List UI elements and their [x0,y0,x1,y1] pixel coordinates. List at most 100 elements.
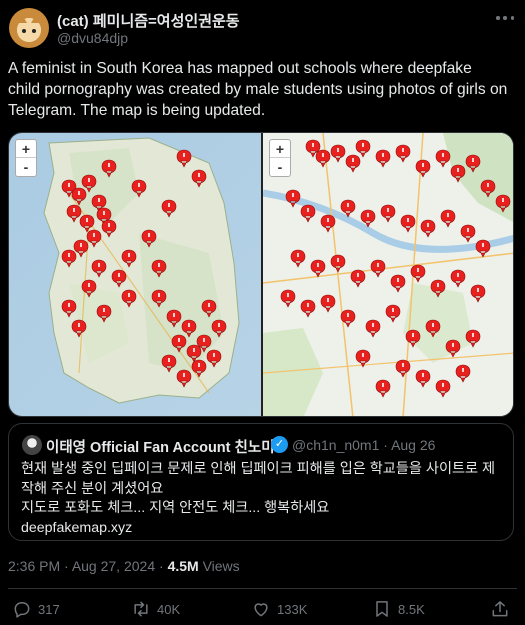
author-handle[interactable]: @dvu84djp [57,30,128,46]
pin-exclamation-mark [367,213,369,217]
pin-exclamation-mark [377,263,379,267]
map-image-seoul[interactable]: + - [263,133,513,416]
repost-button[interactable]: 40K [131,597,180,621]
zoom-out-button[interactable]: - [16,158,36,176]
pin-exclamation-mark [457,273,459,277]
pin-exclamation-mark [307,303,309,307]
pin-exclamation-mark [128,253,130,257]
tweet-header: (cat) 페미니즘=여성인권운동 @dvu84djp [0,0,525,56]
verified-badge-icon: ✓ [271,436,288,453]
pin-exclamation-mark [98,263,100,267]
pin-exclamation-mark [382,153,384,157]
quoted-tweet-date[interactable]: Aug 26 [391,437,435,453]
pin-exclamation-mark [213,353,215,357]
quoted-author-handle[interactable]: @ch1n_n0m1 [292,437,379,453]
pin-exclamation-mark [108,223,110,227]
share-button[interactable] [490,597,510,621]
pin-exclamation-mark [138,183,140,187]
pin-exclamation-mark [158,293,160,297]
views-count: 4.5M [167,558,199,574]
quoted-author-name[interactable]: 이태영 Official Fan Account 친노미 [46,436,275,457]
pin-exclamation-mark [86,218,88,222]
pin-exclamation-mark [68,183,70,187]
tweet-date[interactable]: Aug 27, 2024 [72,558,155,574]
pin-exclamation-mark [362,353,364,357]
pin-exclamation-mark [472,333,474,337]
tweet-time[interactable]: 2:36 PM [8,558,60,574]
divider-line [8,588,517,589]
pin-exclamation-mark [417,268,419,272]
pin-exclamation-mark [397,278,399,282]
pin-exclamation-mark [178,338,180,342]
pin-exclamation-mark [98,198,100,202]
zoom-in-button[interactable]: + [16,140,36,158]
pin-exclamation-mark [382,383,384,387]
map-image-korea[interactable]: + - [9,133,261,416]
pin-exclamation-mark [437,283,439,287]
pin-exclamation-mark [387,208,389,212]
heart-icon [254,603,268,617]
pin-exclamation-mark [352,158,354,162]
pin-exclamation-mark [337,258,339,262]
pin-exclamation-mark [168,203,170,207]
pin-exclamation-mark [317,263,319,267]
pin-exclamation-mark [412,333,414,337]
pin-exclamation-mark [88,283,90,287]
author-avatar[interactable] [9,8,49,48]
pin-exclamation-mark [78,323,80,327]
more-options-icon[interactable] [494,8,516,28]
quoted-link[interactable]: deepfakemap.xyz [21,519,503,539]
pin-exclamation-mark [158,263,160,267]
pin-exclamation-mark [297,253,299,257]
author-display-name[interactable]: (cat) 페미니즘=여성인권운동 [57,10,240,31]
like-button[interactable]: 133K [251,597,307,621]
pin-exclamation-mark [477,288,479,292]
repost-count: 40K [157,601,181,617]
quoted-author-meta: @ch1n_n0m1 · Aug 26 [292,437,436,453]
pin-exclamation-mark [203,338,205,342]
quoted-tweet[interactable]: 이태영 Official Fan Account 친노미 ✓ @ch1n_n0m… [8,423,514,541]
pin-exclamation-mark [183,373,185,377]
zoom-controls-left[interactable]: + - [15,139,37,177]
zoom-out-button[interactable]: - [270,158,290,176]
action-bar: 317 40K 133K 8.5K [0,597,525,621]
pin-exclamation-mark [347,203,349,207]
quoted-text-line: 현재 발생 중인 딥페이크 문제로 인해 딥페이크 피해를 입은 학교들을 사이… [21,461,496,477]
zoom-controls-right[interactable]: + - [269,139,291,177]
bookmark-icon [376,601,388,617]
quoted-text-line: 작해 주신 분이 계셨어요 [21,480,164,497]
pin-exclamation-mark [327,298,329,302]
pin-exclamation-mark [73,208,75,212]
quoted-text-line: 지도로 포화도 체크... 지역 안전도 체크... 행복하세요 [21,500,330,516]
pin-exclamation-mark [442,383,444,387]
reply-button[interactable]: 317 [12,597,60,621]
pin-exclamation-mark [472,158,474,162]
pin-exclamation-mark [462,368,464,372]
repost-icon [134,601,148,617]
pin-exclamation-mark [208,303,210,307]
quoted-author-avatar[interactable] [22,435,42,455]
pin-exclamation-mark [68,303,70,307]
pin-exclamation-mark [337,148,339,152]
pin-exclamation-mark [372,323,374,327]
tweet-media[interactable]: + - + - [8,132,514,417]
pin-exclamation-mark [148,233,150,237]
pin-exclamation-mark [78,191,80,195]
pin-exclamation-mark [198,363,200,367]
pin-exclamation-mark [118,273,120,277]
pin-exclamation-mark [357,273,359,277]
pin-exclamation-mark [322,153,324,157]
pin-exclamation-mark [442,153,444,157]
quoted-tweet-text: 현재 발생 중인 딥페이크 문제로 인해 딥페이크 피해를 입은 학교들을 사이… [21,460,503,538]
tweet-timestamp: 2:36 PM · Aug 27, 2024 · 4.5M Views [8,558,240,574]
pin-exclamation-mark [432,323,434,327]
pin-exclamation-mark [307,208,309,212]
pin-exclamation-mark [93,233,95,237]
pin-exclamation-mark [68,253,70,257]
pin-exclamation-mark [128,293,130,297]
pin-exclamation-mark [362,143,364,147]
zoom-in-button[interactable]: + [270,140,290,158]
bookmark-button[interactable]: 8.5K [372,597,425,621]
pin-exclamation-mark [482,243,484,247]
pin-exclamation-mark [198,173,200,177]
